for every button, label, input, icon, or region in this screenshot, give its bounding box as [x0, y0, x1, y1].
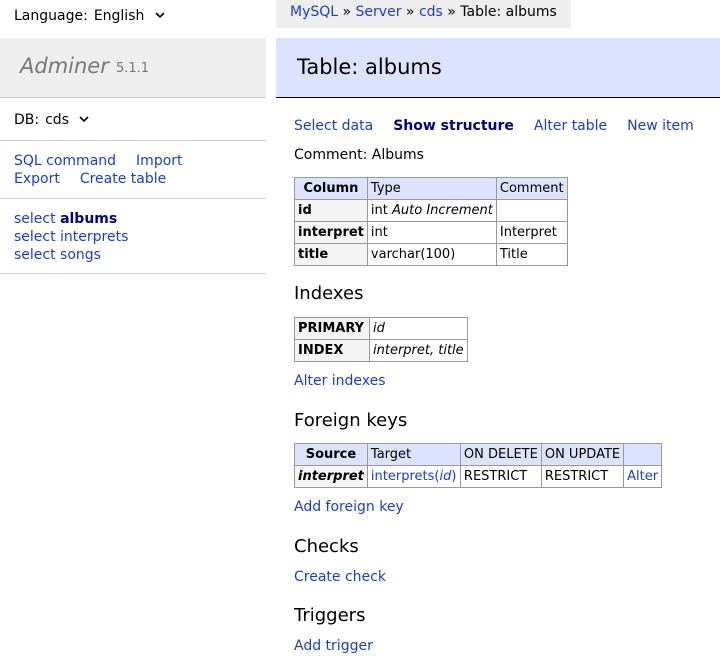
column-name: id — [294, 199, 368, 222]
breadcrumb-separator: » — [401, 4, 419, 20]
fk-target: interprets(id) — [366, 465, 461, 488]
select-data-link[interactable]: Select data — [294, 118, 373, 134]
version-label: 5.1.1 — [116, 61, 150, 76]
chevron-down-icon — [155, 12, 165, 19]
alter-table-link[interactable]: Alter table — [534, 118, 607, 134]
column-comment: Interpret — [495, 221, 568, 244]
fk-target-table: interprets — [370, 469, 435, 484]
language-label: Language: — [14, 8, 88, 24]
fk-header — [623, 443, 663, 466]
divider — [0, 140, 266, 141]
show-structure-link[interactable]: Show structure — [393, 118, 514, 134]
breadcrumb-mysql[interactable]: MySQL — [290, 4, 338, 20]
table-link-interprets[interactable]: select interprets — [14, 228, 128, 246]
db-label: DB: — [14, 112, 40, 128]
column-type: varchar(100) — [366, 243, 497, 266]
db-select[interactable]: cds — [45, 112, 190, 128]
columns-table: Column Type Comment id int Auto Incremen… — [294, 177, 568, 266]
new-item-link[interactable]: New item — [627, 118, 694, 134]
fk-on-update: RESTRICT — [540, 465, 625, 488]
column-type: int — [366, 221, 497, 244]
breadcrumb-current: Table: albums — [460, 4, 557, 20]
create-table-link[interactable]: Create table — [80, 171, 166, 187]
table-header-row: Column Type Comment — [294, 177, 568, 200]
index-type: INDEX — [294, 339, 370, 362]
index-columns-value: id — [373, 321, 385, 336]
fk-alter-cell: Alter — [623, 465, 663, 488]
page-header: Table: albums — [276, 38, 720, 98]
language-value: English — [93, 8, 145, 24]
column-comment — [495, 199, 568, 222]
import-link[interactable]: Import — [136, 153, 182, 169]
foreign-keys-heading: Foreign keys — [294, 410, 408, 431]
fk-header: ON DELETE — [459, 443, 542, 466]
table-row: interpret interprets(id) RESTRICT RESTRI… — [294, 465, 663, 488]
index-columns: id — [369, 317, 468, 340]
fk-source-value: interpret — [298, 469, 364, 484]
table-row: title varchar(100) Title — [294, 243, 568, 266]
indexes-heading: Indexes — [294, 283, 364, 304]
fk-header: ON UPDATE — [540, 443, 625, 466]
language-selector: Language: English — [14, 6, 218, 26]
fk-source: interpret — [294, 465, 368, 488]
breadcrumb-separator: » — [338, 4, 356, 20]
column-comment: Title — [495, 243, 568, 266]
logo-bar: Adminer 5.1.1 — [0, 38, 266, 98]
index-columns-value: interpret, title — [373, 343, 464, 358]
db-selector: DB: cds — [14, 110, 190, 130]
type-value: int — [370, 203, 388, 218]
index-type: PRIMARY — [294, 317, 370, 340]
column-name: title — [294, 243, 368, 266]
table-row: id int Auto Increment — [294, 199, 568, 222]
table-list: select albums select interprets select s… — [14, 210, 128, 264]
alter-indexes-link[interactable]: Alter indexes — [294, 373, 386, 389]
chevron-down-icon — [79, 116, 90, 123]
table-link-current: albums — [60, 211, 118, 227]
page-title: Table: albums — [297, 55, 442, 79]
breadcrumb-db[interactable]: cds — [419, 4, 443, 20]
fk-header: Target — [366, 443, 461, 466]
foreign-keys-table: Source Target ON DELETE ON UPDATE interp… — [294, 443, 663, 488]
breadcrumb-server[interactable]: Server — [356, 4, 402, 20]
divider — [0, 273, 266, 274]
table-link-songs[interactable]: select songs — [14, 246, 128, 264]
breadcrumb-separator: » — [442, 4, 461, 20]
column-type: int Auto Increment — [366, 199, 497, 222]
column-header: Column — [294, 177, 368, 200]
table-comment: Comment: Albums — [294, 147, 424, 163]
breadcrumb: MySQL » Server » cds » Table: albums — [276, 0, 571, 28]
column-header: Type — [366, 177, 497, 200]
fk-target-column: id — [439, 469, 452, 484]
add-foreign-key-link[interactable]: Add foreign key — [294, 499, 404, 515]
db-value: cds — [45, 112, 69, 128]
table-link-albums[interactable]: select albums — [14, 210, 128, 228]
index-columns: interpret, title — [369, 339, 468, 362]
adminer-logo-link[interactable]: Adminer — [20, 54, 109, 78]
triggers-heading: Triggers — [294, 605, 366, 626]
sql-command-link[interactable]: SQL command — [14, 153, 116, 169]
indexes-table: PRIMARY id INDEX interpret, title — [294, 317, 468, 362]
command-links: SQL command Import Export Create table — [14, 152, 203, 188]
table-action-links: Select data Show structure Alter table New … — [294, 118, 714, 134]
language-select[interactable]: English — [94, 8, 218, 24]
checks-heading: Checks — [294, 536, 359, 557]
sidebar: Language: English Adminer 5.1.1 DB: cds … — [0, 0, 266, 662]
fk-target-link[interactable]: interprets(id) — [371, 469, 457, 484]
table-row: PRIMARY id — [294, 317, 468, 340]
column-header: Comment — [495, 177, 568, 200]
add-trigger-link[interactable]: Add trigger — [294, 638, 373, 654]
export-link[interactable]: Export — [14, 171, 60, 187]
fk-on-delete: RESTRICT — [459, 465, 542, 488]
fk-header: Source — [294, 443, 368, 466]
table-row: INDEX interpret, title — [294, 339, 468, 362]
column-name: interpret — [294, 221, 368, 244]
table-link-prefix: select — [14, 211, 56, 227]
table-row: interpret int Interpret — [294, 221, 568, 244]
type-extra: Auto Increment — [392, 203, 493, 218]
divider — [0, 198, 266, 199]
table-header-row: Source Target ON DELETE ON UPDATE — [294, 443, 663, 466]
fk-alter-link[interactable]: Alter — [627, 469, 658, 484]
create-check-link[interactable]: Create check — [294, 569, 386, 585]
